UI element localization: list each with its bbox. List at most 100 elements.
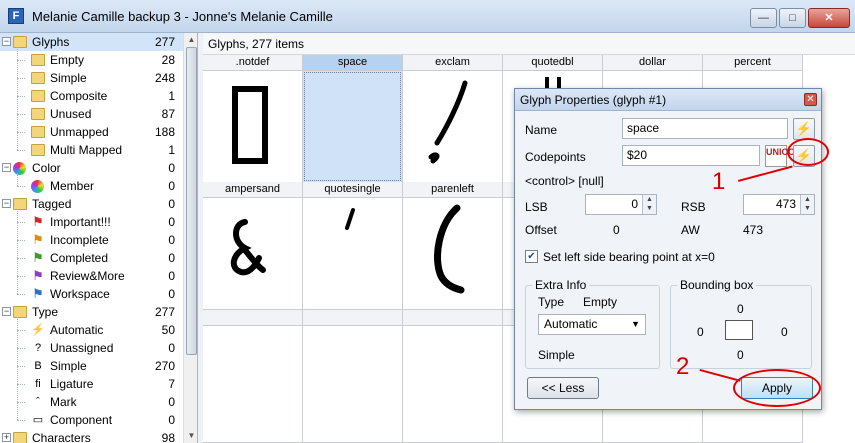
glyph-cell-name: quotesingle bbox=[303, 182, 402, 198]
tree-item-count: 270 bbox=[154, 359, 175, 373]
color-wheel-icon bbox=[13, 162, 26, 175]
glyph-preview bbox=[303, 71, 402, 182]
unicode-logo-icon[interactable]: UNICODE bbox=[765, 145, 808, 167]
rsb-field[interactable]: 473 ▲ ▼ bbox=[743, 194, 815, 215]
tree-connector bbox=[17, 132, 25, 133]
tree-item-label: Review&More bbox=[50, 269, 125, 283]
bbox-left: 0 bbox=[697, 325, 704, 339]
tree-item-label: Characters bbox=[32, 431, 91, 443]
tree-scroll-thumb[interactable] bbox=[186, 47, 197, 355]
name-field[interactable]: space bbox=[622, 118, 788, 139]
expand-icon[interactable]: + bbox=[2, 433, 11, 442]
tree-item-count: 277 bbox=[154, 35, 175, 49]
annotation-circle-auto-codepoint bbox=[787, 138, 829, 166]
tree-item-tagged[interactable]: − Tagged 0 bbox=[0, 195, 183, 213]
tree-item-member[interactable]: Member 0 bbox=[0, 177, 183, 195]
tree-item-unmapped[interactable]: Unmapped 188 bbox=[0, 123, 183, 141]
tree-item-mark[interactable]: ˆ Mark 0 bbox=[0, 393, 183, 411]
glyph-cell-quotesingle[interactable]: quotesingle bbox=[303, 182, 403, 310]
tree-item-multi-mapped[interactable]: Multi Mapped 1 bbox=[0, 141, 183, 159]
glyph-cell[interactable] bbox=[403, 310, 503, 443]
tree-item-composite[interactable]: Composite 1 bbox=[0, 87, 183, 105]
minimize-button[interactable]: — bbox=[750, 8, 777, 28]
tree-connector bbox=[17, 222, 25, 223]
tree-item-component[interactable]: ▭ Component 0 bbox=[0, 411, 183, 429]
glyph-cell-name bbox=[203, 310, 302, 326]
lsb-field[interactable]: 0 ▲ ▼ bbox=[585, 194, 657, 215]
tree-item-label: Multi Mapped bbox=[50, 143, 123, 157]
tree-item-simple[interactable]: B Simple 270 bbox=[0, 357, 183, 375]
glyph-cell-parenleft[interactable]: parenleft bbox=[403, 182, 503, 310]
tree-item-count: 0 bbox=[168, 269, 175, 283]
bbox-right: 0 bbox=[781, 325, 788, 339]
scroll-up-icon[interactable]: ▲ bbox=[187, 35, 196, 44]
annotation-circle-apply bbox=[733, 369, 821, 407]
folder-icon bbox=[31, 72, 45, 84]
collapse-icon[interactable]: − bbox=[2, 199, 11, 208]
tree-item-ligature[interactable]: fi Ligature 7 bbox=[0, 375, 183, 393]
tree-item-simple[interactable]: Simple 248 bbox=[0, 69, 183, 87]
tree-item-empty[interactable]: Empty 28 bbox=[0, 51, 183, 69]
auto-name-button[interactable]: ⚡ bbox=[793, 118, 815, 140]
glyph-cell-name: parenleft bbox=[403, 182, 502, 198]
tree-item-count: 1 bbox=[168, 143, 175, 157]
control-name-text: <control> [null] bbox=[525, 174, 604, 188]
rsb-spinner[interactable]: ▲ ▼ bbox=[800, 195, 814, 214]
collapse-icon[interactable]: − bbox=[2, 307, 11, 316]
tree-item-unassigned[interactable]: ? Unassigned 0 bbox=[0, 339, 183, 357]
glyph-cell-exclam[interactable]: exclam bbox=[403, 55, 503, 183]
scroll-down-icon[interactable]: ▼ bbox=[187, 431, 196, 440]
glyph-cell[interactable] bbox=[303, 310, 403, 443]
lsb-origin-label: Set left side bearing point at x=0 bbox=[543, 250, 715, 264]
tree-item-count: 277 bbox=[154, 305, 175, 319]
codepoints-field[interactable]: $20 bbox=[622, 145, 760, 166]
less-button[interactable]: << Less bbox=[527, 377, 599, 399]
grid-header: Glyphs, 277 items bbox=[203, 33, 855, 55]
type-value: Empty bbox=[583, 295, 618, 309]
tree-item-characters[interactable]: + Characters 98 bbox=[0, 429, 183, 443]
tree-connector bbox=[17, 150, 25, 151]
tree-scrollbar[interactable]: ▲ ▼ bbox=[183, 33, 197, 443]
glyph-preview bbox=[403, 198, 502, 309]
glyph-cell-name: .notdef bbox=[203, 55, 302, 71]
tree-item-label: Glyphs bbox=[32, 35, 70, 49]
tree-connector bbox=[17, 294, 25, 295]
annotation-number-1: 1 bbox=[712, 168, 726, 195]
tree-item-unused[interactable]: Unused 87 bbox=[0, 105, 183, 123]
tree-connector bbox=[17, 384, 25, 385]
aw-label: AW bbox=[681, 223, 700, 237]
maximize-button[interactable]: □ bbox=[779, 8, 806, 28]
lsb-origin-checkbox[interactable]: ✔ bbox=[525, 250, 538, 263]
lsb-spinner[interactable]: ▲ ▼ bbox=[642, 195, 656, 214]
close-button[interactable]: ✕ bbox=[808, 8, 850, 28]
tree-item-count: 7 bbox=[168, 377, 175, 391]
glyph-cell-name: dollar bbox=[603, 55, 702, 71]
dialog-close-icon[interactable]: ✕ bbox=[804, 93, 817, 106]
tree-connector bbox=[17, 366, 25, 367]
tree-item-workspace[interactable]: ⚑ Workspace 0 bbox=[0, 285, 183, 303]
glyph-cell-space[interactable]: space bbox=[303, 55, 403, 183]
tree-item-glyphs[interactable]: − Glyphs 277 bbox=[0, 33, 183, 51]
type-select[interactable]: Automatic ▼ bbox=[538, 314, 646, 335]
glyph-tree: + Characters 98 ▭ Component 0 ˆ Mark 0 fi Ligature… bbox=[0, 33, 198, 443]
glyph-cell-ampersand[interactable]: ampersand bbox=[203, 182, 303, 310]
collapse-icon[interactable]: − bbox=[2, 163, 11, 172]
tree-item-label: Unmapped bbox=[50, 125, 109, 139]
tree-guide-line bbox=[17, 47, 18, 150]
purple-flag-icon: ⚑ bbox=[32, 268, 44, 283]
question-icon: ? bbox=[34, 342, 42, 354]
app-icon: F bbox=[8, 8, 24, 24]
tree-item-review-more[interactable]: ⚑ Review&More 0 bbox=[0, 267, 183, 285]
rsb-label: RSB bbox=[681, 200, 706, 214]
tree-item-automatic[interactable]: ⚡ Automatic 50 bbox=[0, 321, 183, 339]
tree-item-incomplete[interactable]: ⚑ Incomplete 0 bbox=[0, 231, 183, 249]
tree-item-important-[interactable]: ⚑ Important!!! 0 bbox=[0, 213, 183, 231]
collapse-icon[interactable]: − bbox=[2, 37, 11, 46]
tree-item-completed[interactable]: ⚑ Completed 0 bbox=[0, 249, 183, 267]
tree-item-color[interactable]: − Color 0 bbox=[0, 159, 183, 177]
ligature-icon: fi bbox=[35, 378, 41, 390]
tree-item-count: 0 bbox=[168, 197, 175, 211]
glyph-cell[interactable] bbox=[203, 310, 303, 443]
glyph-cell-notdef[interactable]: .notdef bbox=[203, 55, 303, 183]
tree-item-type[interactable]: − Type 277 bbox=[0, 303, 183, 321]
